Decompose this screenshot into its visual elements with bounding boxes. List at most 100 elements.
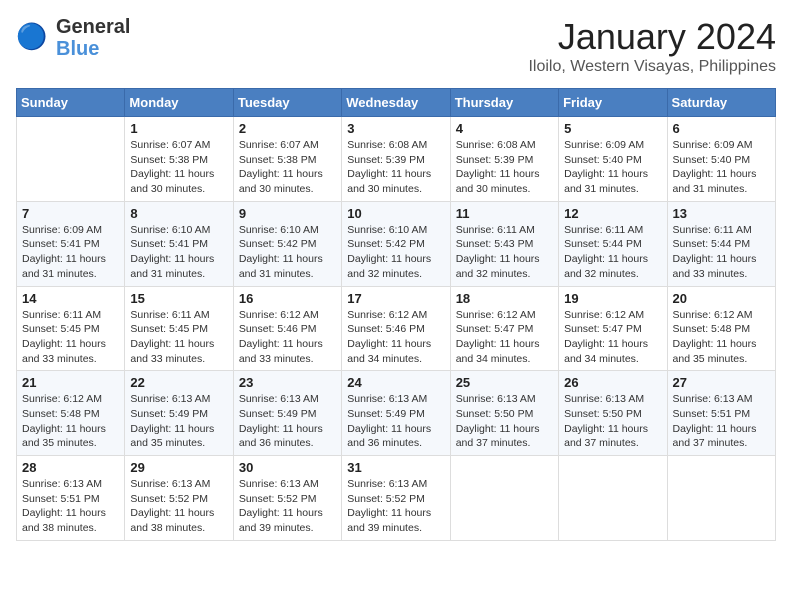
svg-text:🔵: 🔵 — [16, 22, 47, 51]
day-info: Sunrise: 6:13 AMSunset: 5:52 PMDaylight:… — [347, 477, 444, 536]
day-info: Sunrise: 6:13 AMSunset: 5:49 PMDaylight:… — [239, 392, 336, 451]
day-number: 9 — [239, 206, 336, 221]
day-info: Sunrise: 6:11 AMSunset: 5:44 PMDaylight:… — [564, 223, 661, 282]
calendar-cell: 2 Sunrise: 6:07 AMSunset: 5:38 PMDaylight… — [233, 117, 341, 202]
day-info: Sunrise: 6:11 AMSunset: 5:43 PMDaylight:… — [456, 223, 553, 282]
day-number: 8 — [130, 206, 227, 221]
calendar-cell: 23Sunrise: 6:13 AMSunset: 5:49 PMDayligh… — [233, 371, 341, 456]
day-number: 24 — [347, 375, 444, 390]
day-info: Sunrise: 6:13 AMSunset: 5:52 PMDaylight:… — [130, 477, 227, 536]
day-info: Sunrise: 6:08 AMSunset: 5:39 PMDaylight:… — [347, 138, 444, 197]
day-number: 17 — [347, 291, 444, 306]
day-number: 12 — [564, 206, 661, 221]
calendar-cell: 16 Sunrise: 6:12 AMSunset: 5:46 PMDayligh… — [233, 286, 341, 371]
day-number: 31 — [347, 460, 444, 475]
logo-text: General Blue — [56, 16, 130, 60]
calendar-day-header: Thursday — [450, 89, 558, 117]
calendar-cell: 5Sunrise: 6:09 AMSunset: 5:40 PMDaylight… — [559, 117, 667, 202]
calendar-cell: 10Sunrise: 6:10 AMSunset: 5:42 PMDayligh… — [342, 201, 450, 286]
day-info: Sunrise: 6:10 AMSunset: 5:42 PMDaylight:… — [347, 223, 444, 282]
day-info: Sunrise: 6:09 AMSunset: 5:41 PMDaylight:… — [22, 223, 119, 282]
day-number: 16 — [239, 291, 336, 306]
day-number: 28 — [22, 460, 119, 475]
day-info: Sunrise: 6:12 AMSunset: 5:46 PMDaylight:… — [239, 308, 336, 367]
day-number: 11 — [456, 206, 553, 221]
day-number: 7 — [22, 206, 119, 221]
calendar-cell — [667, 456, 775, 541]
day-info: Sunrise: 6:13 AMSunset: 5:50 PMDaylight:… — [564, 392, 661, 451]
calendar-day-header: Monday — [125, 89, 233, 117]
day-number: 5 — [564, 121, 661, 136]
day-info: Sunrise: 6:11 AMSunset: 5:45 PMDaylight:… — [22, 308, 119, 367]
calendar-cell: 1Sunrise: 6:07 AMSunset: 5:38 PMDaylight… — [125, 117, 233, 202]
calendar-cell: 9 Sunrise: 6:10 AMSunset: 5:42 PMDaylight… — [233, 201, 341, 286]
calendar-cell: 29 Sunrise: 6:13 AMSunset: 5:52 PMDayligh… — [125, 456, 233, 541]
page-subtitle: Iloilo, Western Visayas, Philippines — [528, 58, 776, 76]
calendar-cell: 20Sunrise: 6:12 AMSunset: 5:48 PMDayligh… — [667, 286, 775, 371]
day-info: Sunrise: 6:13 AMSunset: 5:51 PMDaylight:… — [673, 392, 770, 451]
day-number: 22 — [130, 375, 227, 390]
day-info: Sunrise: 6:11 AMSunset: 5:44 PMDaylight:… — [673, 223, 770, 282]
day-info: Sunrise: 6:13 AMSunset: 5:52 PMDaylight:… — [239, 477, 336, 536]
calendar-header-row: SundayMondayTuesdayWednesdayThursdayFrid… — [17, 89, 776, 117]
day-info: Sunrise: 6:07 AMSunset: 5:38 PMDaylight:… — [239, 138, 336, 197]
day-number: 6 — [673, 121, 770, 136]
calendar-week-row: 14Sunrise: 6:11 AMSunset: 5:45 PMDayligh… — [17, 286, 776, 371]
calendar-cell — [450, 456, 558, 541]
calendar-table: SundayMondayTuesdayWednesdayThursdayFrid… — [16, 88, 776, 541]
day-number: 19 — [564, 291, 661, 306]
calendar-cell: 7 Sunrise: 6:09 AMSunset: 5:41 PMDaylight… — [17, 201, 125, 286]
day-info: Sunrise: 6:12 AMSunset: 5:46 PMDaylight:… — [347, 308, 444, 367]
day-number: 25 — [456, 375, 553, 390]
calendar-cell: 18Sunrise: 6:12 AMSunset: 5:47 PMDayligh… — [450, 286, 558, 371]
day-number: 2 — [239, 121, 336, 136]
calendar-day-header: Tuesday — [233, 89, 341, 117]
day-info: Sunrise: 6:10 AMSunset: 5:42 PMDaylight:… — [239, 223, 336, 282]
day-info: Sunrise: 6:13 AMSunset: 5:49 PMDaylight:… — [347, 392, 444, 451]
calendar-cell: 13 Sunrise: 6:11 AMSunset: 5:44 PMDayligh… — [667, 201, 775, 286]
day-number: 30 — [239, 460, 336, 475]
page-title: January 2024 — [528, 16, 776, 58]
calendar-cell: 28 Sunrise: 6:13 AMSunset: 5:51 PMDayligh… — [17, 456, 125, 541]
day-number: 4 — [456, 121, 553, 136]
calendar-cell: 21Sunrise: 6:12 AMSunset: 5:48 PMDayligh… — [17, 371, 125, 456]
day-number: 13 — [673, 206, 770, 221]
day-number: 18 — [456, 291, 553, 306]
calendar-cell: 22 Sunrise: 6:13 AMSunset: 5:49 PMDayligh… — [125, 371, 233, 456]
day-info: Sunrise: 6:11 AMSunset: 5:45 PMDaylight:… — [130, 308, 227, 367]
page-header: 🔵 General Blue January 2024 Iloilo, West… — [16, 16, 776, 76]
calendar-cell: 31 Sunrise: 6:13 AMSunset: 5:52 PMDayligh… — [342, 456, 450, 541]
calendar-cell: 14Sunrise: 6:11 AMSunset: 5:45 PMDayligh… — [17, 286, 125, 371]
day-info: Sunrise: 6:13 AMSunset: 5:49 PMDaylight:… — [130, 392, 227, 451]
calendar-cell: 12 Sunrise: 6:11 AMSunset: 5:44 PMDayligh… — [559, 201, 667, 286]
calendar-day-header: Wednesday — [342, 89, 450, 117]
calendar-cell: 24 Sunrise: 6:13 AMSunset: 5:49 PMDayligh… — [342, 371, 450, 456]
calendar-cell: 30 Sunrise: 6:13 AMSunset: 5:52 PMDayligh… — [233, 456, 341, 541]
logo: 🔵 General Blue — [16, 16, 130, 60]
day-info: Sunrise: 6:08 AMSunset: 5:39 PMDaylight:… — [456, 138, 553, 197]
calendar-cell: 19Sunrise: 6:12 AMSunset: 5:47 PMDayligh… — [559, 286, 667, 371]
day-info: Sunrise: 6:13 AMSunset: 5:51 PMDaylight:… — [22, 477, 119, 536]
calendar-cell: 26 Sunrise: 6:13 AMSunset: 5:50 PMDayligh… — [559, 371, 667, 456]
calendar-day-header: Saturday — [667, 89, 775, 117]
title-block: January 2024 Iloilo, Western Visayas, Ph… — [528, 16, 776, 76]
calendar-cell: 15 Sunrise: 6:11 AMSunset: 5:45 PMDayligh… — [125, 286, 233, 371]
calendar-cell: 25Sunrise: 6:13 AMSunset: 5:50 PMDayligh… — [450, 371, 558, 456]
day-info: Sunrise: 6:12 AMSunset: 5:48 PMDaylight:… — [673, 308, 770, 367]
day-number: 27 — [673, 375, 770, 390]
calendar-cell: 27 Sunrise: 6:13 AMSunset: 5:51 PMDayligh… — [667, 371, 775, 456]
calendar-cell — [17, 117, 125, 202]
calendar-cell: 6Sunrise: 6:09 AMSunset: 5:40 PMDaylight… — [667, 117, 775, 202]
day-number: 15 — [130, 291, 227, 306]
calendar-week-row: 28 Sunrise: 6:13 AMSunset: 5:51 PMDayligh… — [17, 456, 776, 541]
day-number: 26 — [564, 375, 661, 390]
logo-icon: 🔵 — [16, 20, 52, 56]
calendar-cell: 17 Sunrise: 6:12 AMSunset: 5:46 PMDayligh… — [342, 286, 450, 371]
calendar-day-header: Sunday — [17, 89, 125, 117]
day-info: Sunrise: 6:10 AMSunset: 5:41 PMDaylight:… — [130, 223, 227, 282]
calendar-week-row: 7 Sunrise: 6:09 AMSunset: 5:41 PMDaylight… — [17, 201, 776, 286]
day-number: 29 — [130, 460, 227, 475]
day-number: 21 — [22, 375, 119, 390]
calendar-cell: 11 Sunrise: 6:11 AMSunset: 5:43 PMDayligh… — [450, 201, 558, 286]
calendar-week-row: 21Sunrise: 6:12 AMSunset: 5:48 PMDayligh… — [17, 371, 776, 456]
